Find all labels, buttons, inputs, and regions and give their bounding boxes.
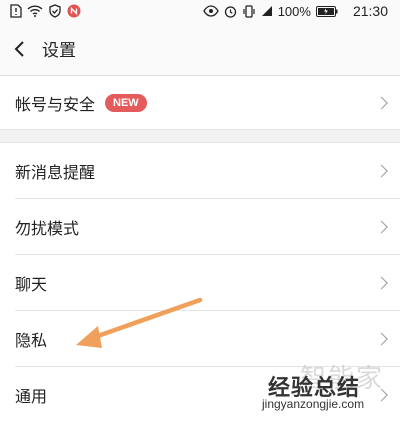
shield-check-icon: [48, 4, 62, 18]
settings-item-label: 帐号与安全: [15, 95, 96, 114]
status-time: 21:30: [352, 3, 388, 19]
back-button[interactable]: [2, 22, 38, 76]
status-right-icons: 100% 21:30: [202, 3, 388, 19]
alarm-icon: [224, 5, 237, 18]
settings-item-label: 新消息提醒: [15, 163, 96, 182]
settings-item-do-not-disturb[interactable]: 勿扰模式: [0, 199, 400, 255]
settings-item-notifications[interactable]: 新消息提醒: [0, 143, 400, 199]
battery-percent: 100%: [277, 3, 311, 19]
settings-item-label: 隐私: [15, 331, 48, 350]
watermark-url: jingyanzongjie.com: [262, 397, 365, 411]
settings-item-label: 聊天: [15, 275, 48, 294]
settings-item-label: 通用: [15, 387, 48, 406]
settings-item-chat[interactable]: 聊天: [0, 255, 400, 311]
chevron-left-icon: [14, 40, 24, 57]
chevron-right-icon: [375, 164, 388, 178]
account-section: 帐号与安全 NEW: [0, 76, 400, 130]
wifi-icon: [27, 5, 43, 17]
chevron-right-icon: [375, 332, 388, 346]
vibrate-icon: [242, 4, 256, 18]
settings-item-label: 勿扰模式: [15, 219, 80, 238]
settings-item-account-security[interactable]: 帐号与安全 NEW: [0, 76, 400, 130]
sim-alert-icon: [10, 4, 22, 18]
chevron-right-icon: [375, 220, 388, 234]
eye-icon: [202, 5, 219, 17]
header-bar: 设置: [0, 22, 400, 76]
chevron-right-icon: [375, 96, 388, 110]
new-badge: NEW: [105, 94, 147, 112]
battery-icon: [315, 5, 338, 17]
status-left-icons: [10, 4, 81, 18]
status-bar: 100% 21:30: [0, 0, 400, 22]
app-notification-icon: [67, 4, 81, 18]
chevron-right-icon: [375, 276, 388, 290]
signal-icon: [261, 5, 273, 17]
page-title: 设置: [42, 41, 76, 61]
